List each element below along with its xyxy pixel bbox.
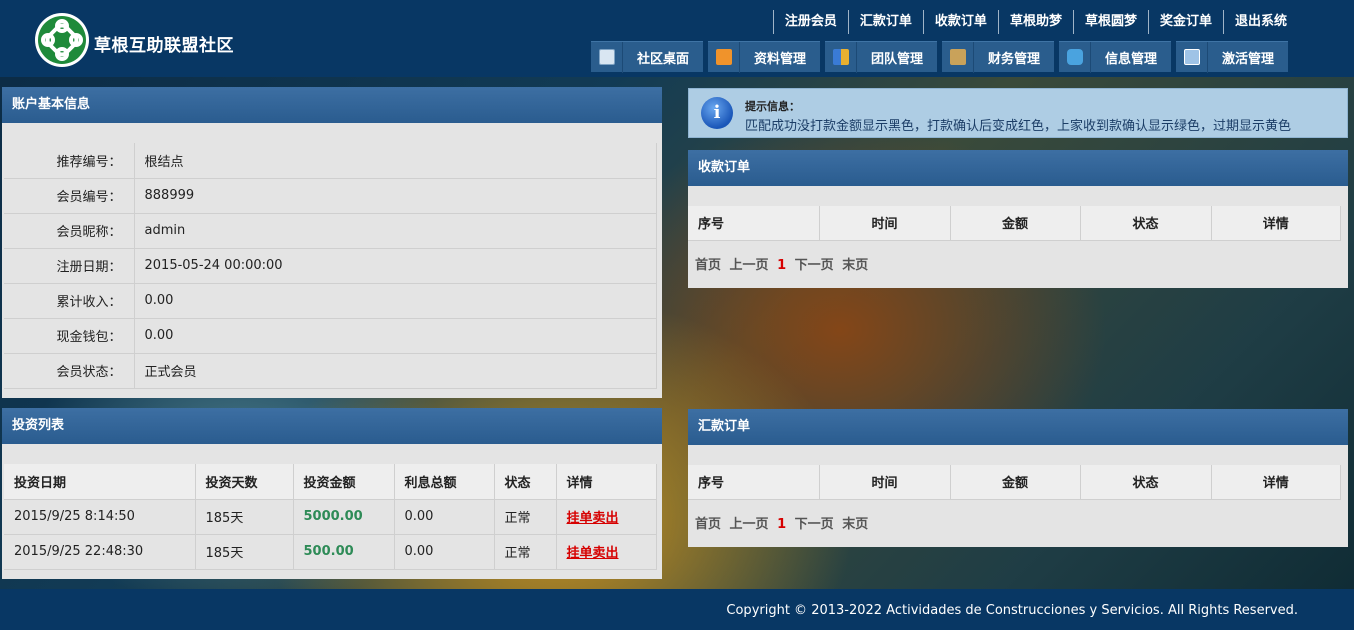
remit-orders-title: 汇款订单 xyxy=(688,409,1348,445)
table-row: 注册日期： 2015-05-24 00:00:00 xyxy=(4,248,657,284)
account-panel: 账户基本信息 推荐编号： 根结点 会员编号： 888999 会员昵称： admin 注… xyxy=(2,87,662,398)
folder-icon xyxy=(715,49,732,65)
pager-last[interactable]: 末页 xyxy=(842,258,868,273)
top-nav-bonus-orders[interactable]: 奖金订单 xyxy=(1147,10,1223,34)
table-header-row: 序号 时间 金额 状态 详情 xyxy=(688,206,1341,241)
remit-orders-pager: 首页 上一页 1 下一页 末页 xyxy=(688,500,1348,532)
pager-last[interactable]: 末页 xyxy=(842,517,868,532)
pager-prev[interactable]: 上一页 xyxy=(730,517,769,532)
top-nav-fulfill-dream[interactable]: 草根圆梦 xyxy=(1072,10,1148,34)
top-nav-remit-orders[interactable]: 汇款订单 xyxy=(847,10,923,34)
top-nav-help-dream[interactable]: 草根助梦 xyxy=(997,10,1073,34)
account-panel-title: 账户基本信息 xyxy=(2,87,662,123)
footer: Copyright © 2013-2022 Actividades de Con… xyxy=(0,589,1354,630)
remit-orders-table: 序号 时间 金额 状态 详情 xyxy=(688,465,1341,500)
top-nav-receive-orders[interactable]: 收款订单 xyxy=(922,10,998,34)
user-desktop-icon xyxy=(598,49,615,65)
receive-orders-pager: 首页 上一页 1 下一页 末页 xyxy=(688,241,1348,273)
nav-tab-desktop[interactable]: 社区桌面 xyxy=(591,41,703,73)
notice-title: 提示信息： xyxy=(745,100,800,113)
nav-tab-activation[interactable]: 激活管理 xyxy=(1176,41,1288,73)
remit-orders-panel: 汇款订单 序号 时间 金额 状态 详情 首页 上一页 1 下一页 末页 xyxy=(688,409,1348,547)
logo-icon xyxy=(35,13,89,67)
table-header-row: 投资日期 投资天数 投资金额 利息总额 状态 详情 xyxy=(4,464,657,500)
team-icon xyxy=(832,49,849,65)
nav-tab-profile[interactable]: 资料管理 xyxy=(708,41,820,73)
top-nav-logout[interactable]: 退出系统 xyxy=(1222,10,1298,34)
notice-text: 匹配成功没打款金额显示黑色，打款确认后变成红色，上家收到款确认显示绿色，过期显示… xyxy=(745,119,1292,134)
table-row: 累计收入： 0.00 xyxy=(4,283,657,319)
pager-current: 1 xyxy=(777,516,787,532)
nav-tab-finance[interactable]: 财务管理 xyxy=(942,41,1054,73)
receive-orders-panel: 收款订单 序号 时间 金额 状态 详情 首页 上一页 1 下一页 末页 xyxy=(688,150,1348,288)
nav-tab-messages[interactable]: 信息管理 xyxy=(1059,41,1171,73)
table-row: 会员编号： 888999 xyxy=(4,178,657,214)
pager-current: 1 xyxy=(777,257,787,273)
investment-table: 投资日期 投资天数 投资金额 利息总额 状态 详情 2015/9/25 8:14… xyxy=(4,464,657,570)
nav-tab-team[interactable]: 团队管理 xyxy=(825,41,937,73)
table-row: 推荐编号： 根结点 xyxy=(4,143,657,179)
receive-orders-table: 序号 时间 金额 状态 详情 xyxy=(688,206,1341,241)
table-row: 2015/9/25 8:14:50 185天 5000.00 0.00 正常 挂… xyxy=(4,499,657,535)
pager-next[interactable]: 下一页 xyxy=(795,258,834,273)
finance-icon xyxy=(949,49,966,65)
table-row: 会员状态： 正式会员 xyxy=(4,353,657,389)
investment-panel: 投资列表 投资日期 投资天数 投资金额 利息总额 状态 详情 2015/9/25… xyxy=(2,408,662,579)
pager-prev[interactable]: 上一页 xyxy=(730,258,769,273)
activate-icon xyxy=(1183,49,1200,65)
investment-panel-title: 投资列表 xyxy=(2,408,662,444)
main-nav: 社区桌面 资料管理 团队管理 财务管理 信息管理 激活管理 xyxy=(591,41,1288,73)
pager-first[interactable]: 首页 xyxy=(695,517,721,532)
table-row: 现金钱包： 0.00 xyxy=(4,318,657,354)
table-header-row: 序号 时间 金额 状态 详情 xyxy=(688,465,1341,500)
footer-copyright: Copyright © 2013-2022 Actividades de Con… xyxy=(726,603,1298,618)
info-icon: i xyxy=(701,97,733,129)
header: 草根互助联盟社区 注册会员 汇款订单 收款订单 草根助梦 草根圆梦 奖金订单 退… xyxy=(0,0,1354,77)
table-row: 2015/9/25 22:48:30 185天 500.00 0.00 正常 挂… xyxy=(4,534,657,570)
top-nav-register[interactable]: 注册会员 xyxy=(772,10,848,34)
pager-first[interactable]: 首页 xyxy=(695,258,721,273)
message-icon xyxy=(1066,49,1083,65)
site-title: 草根互助联盟社区 xyxy=(94,36,234,56)
top-nav: 注册会员 汇款订单 收款订单 草根助梦 草根圆梦 奖金订单 退出系统 xyxy=(772,10,1298,34)
account-info-table: 推荐编号： 根结点 会员编号： 888999 会员昵称： admin 注册日期： 201… xyxy=(4,143,657,389)
pager-next[interactable]: 下一页 xyxy=(795,517,834,532)
notice-box: i 提示信息： 匹配成功没打款金额显示黑色，打款确认后变成红色，上家收到款确认显… xyxy=(688,88,1348,138)
receive-orders-title: 收款订单 xyxy=(688,150,1348,186)
sell-order-link[interactable]: 挂单卖出 xyxy=(567,546,619,561)
sell-order-link[interactable]: 挂单卖出 xyxy=(567,511,619,526)
table-row: 会员昵称： admin xyxy=(4,213,657,249)
